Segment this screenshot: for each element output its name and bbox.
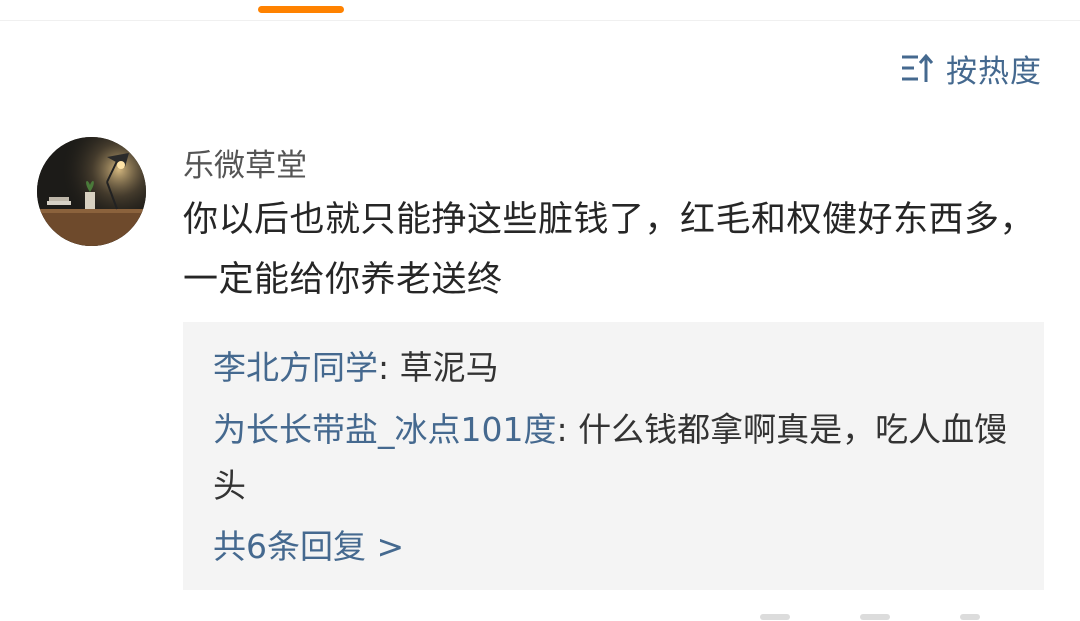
reply-item: 李北方同学: 草泥马 — [213, 340, 1023, 396]
action-hint — [960, 614, 980, 620]
reply-item: 为长长带盐_冰点101度: 什么钱都拿啊真是，吃人血馒头 — [213, 402, 1023, 514]
reply-author[interactable]: 为长长带盐_冰点101度 — [213, 410, 557, 449]
action-hint — [760, 614, 790, 620]
avatar[interactable] — [37, 137, 146, 246]
comment-username[interactable]: 乐微草堂 — [183, 140, 307, 185]
reply-separator: : — [556, 410, 579, 449]
active-tab-indicator — [258, 6, 344, 13]
comment-text: 你以后也就只能挣这些脏钱了，红毛和权健好东西多，一定能给你养老送终 — [183, 200, 1036, 300]
replies-box[interactable]: 李北方同学: 草泥马 为长长带盐_冰点101度: 什么钱都拿啊真是，吃人血馒头 … — [183, 322, 1044, 590]
action-bar-hint — [0, 604, 1080, 621]
action-hint — [860, 614, 890, 620]
tab-bar — [0, 0, 1080, 21]
reply-text: 草泥马 — [399, 348, 499, 387]
reply-separator: : — [378, 348, 400, 387]
more-replies-link[interactable]: 共6条回复 > — [213, 522, 404, 572]
sort-by-hot-button[interactable]: 按热度 — [900, 48, 1042, 90]
comment-page: 按热度 乐微草堂 你以后也就只能挣这些脏钱了，红毛和权健好东西多，一定能给你养老… — [0, 0, 1080, 621]
sort-up-icon — [900, 51, 934, 85]
sort-label: 按热度 — [946, 53, 1042, 90]
reply-author[interactable]: 李北方同学 — [213, 348, 378, 387]
